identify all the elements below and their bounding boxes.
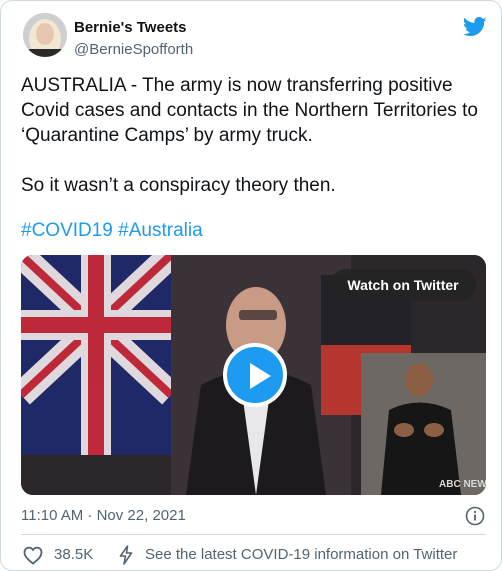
author-handle[interactable]: @BernieSpofforth <box>74 41 193 58</box>
info-icon[interactable] <box>465 506 485 526</box>
tweet-card: Bernie's Tweets @BernieSpofforth AUSTRAL… <box>0 0 502 571</box>
like-count[interactable]: 38.5K <box>54 546 93 563</box>
avatar[interactable] <box>23 13 67 57</box>
watch-on-twitter-button[interactable]: Watch on Twitter <box>330 269 476 301</box>
divider <box>21 534 486 535</box>
covid-info-link[interactable]: See the latest COVID-19 information on T… <box>145 546 457 563</box>
hashtag-covid19[interactable]: #COVID19 <box>21 220 113 241</box>
timestamp[interactable]: 11:10 AM · Nov 22, 2021 <box>21 507 186 524</box>
hashtag-australia[interactable]: #Australia <box>118 220 203 241</box>
abc-news-watermark: ABC NEWS <box>439 479 486 490</box>
author-name[interactable]: Bernie's Tweets <box>74 19 187 36</box>
twitter-bird-icon[interactable] <box>463 17 487 37</box>
heart-icon[interactable] <box>23 546 43 565</box>
hashtags: #COVID19 #Australia <box>21 220 203 242</box>
tweet-text: AUSTRALIA - The army is now transferring… <box>21 75 478 196</box>
play-icon[interactable] <box>223 343 287 407</box>
lightning-icon <box>119 545 133 565</box>
